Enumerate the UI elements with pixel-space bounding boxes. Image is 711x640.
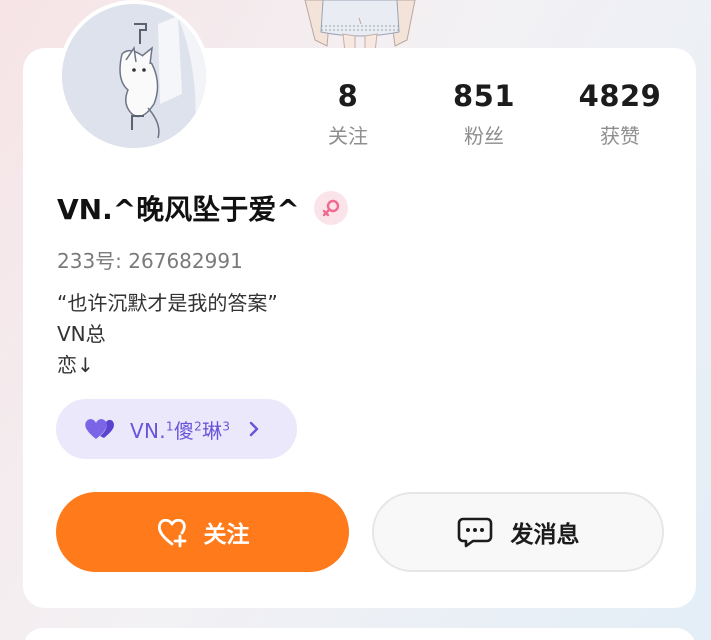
relationship-name: VN.1傻2琳3	[130, 418, 231, 443]
message-label: 发消息	[510, 522, 580, 548]
stat-label: 关注	[328, 124, 368, 148]
follow-label: 关注	[203, 522, 250, 548]
stat-followers[interactable]: 851 粉丝	[424, 78, 544, 149]
stat-value: 8	[337, 79, 359, 113]
double-heart-icon	[85, 419, 114, 439]
stats-row: 8 关注 851 粉丝 4829 获赞	[280, 78, 680, 158]
username: VN.^晚风坠于爱^	[57, 193, 300, 226]
chevron-right-icon	[250, 421, 259, 437]
stat-value: 4829	[578, 79, 662, 113]
follow-button[interactable]: 关注	[56, 492, 349, 572]
message-button[interactable]: 发消息	[372, 492, 664, 572]
female-symbol-icon	[313, 191, 348, 225]
avatar-image	[62, 4, 206, 148]
banner-illustration	[304, 0, 416, 52]
bio-line: VN总	[57, 322, 106, 346]
user-id: 233号: 267682991	[57, 249, 243, 273]
stat-value: 851	[452, 79, 516, 113]
avatar[interactable]	[58, 0, 210, 152]
chat-bubble-icon	[457, 517, 492, 548]
username-row: VN.^晚风坠于爱^	[57, 188, 348, 228]
bio: “也许沉默才是我的答案” VN总 恋↓	[57, 288, 278, 381]
bio-line: “也许沉默才是我的答案”	[57, 291, 278, 315]
stat-label: 粉丝	[464, 124, 504, 148]
next-section-card	[23, 628, 696, 640]
stat-following[interactable]: 8 关注	[288, 78, 408, 149]
stat-label: 获赞	[600, 124, 640, 148]
relationship-pill[interactable]: VN.1傻2琳3	[56, 399, 297, 459]
stat-likes[interactable]: 4829 获赞	[560, 78, 680, 149]
heart-plus-icon	[157, 518, 186, 548]
bio-line: 恋↓	[57, 353, 94, 377]
